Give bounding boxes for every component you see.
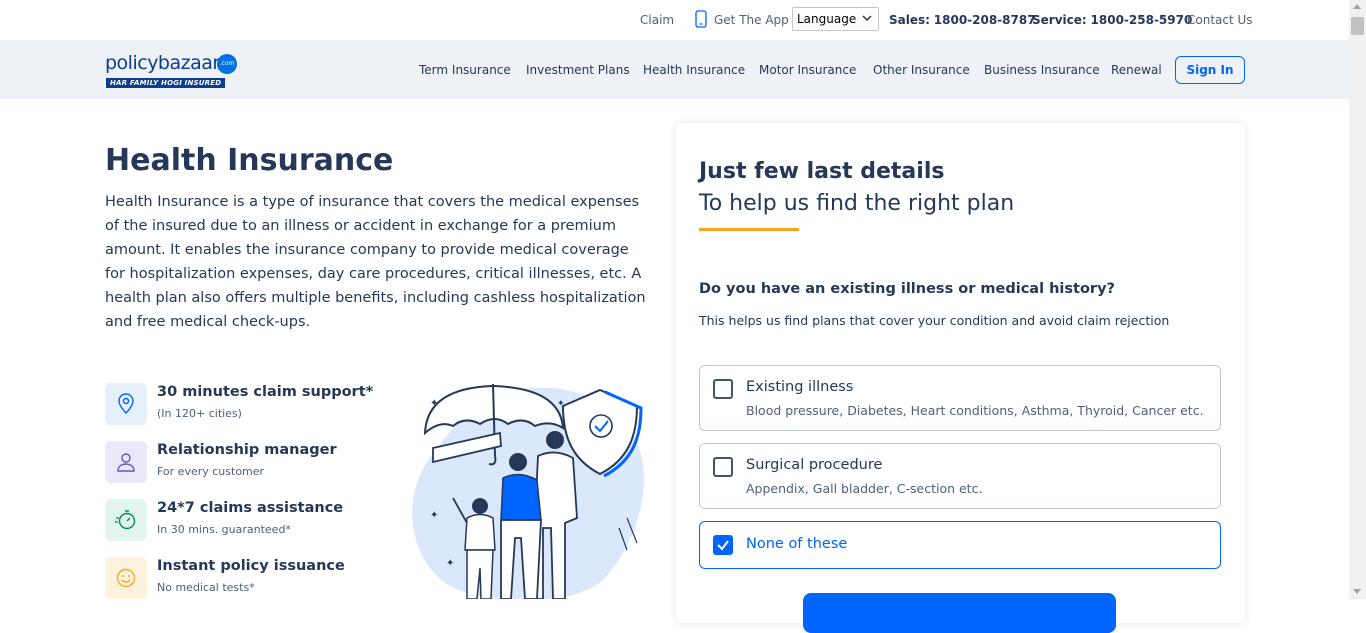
nav-term-insurance[interactable]: Term Insurance — [419, 63, 511, 77]
option-label: Existing illness — [746, 379, 854, 395]
top-utility-bar: Claim Get The App Language Sales: 1800-2… — [0, 0, 1349, 40]
intro-paragraph: Health Insurance is a type of insurance … — [105, 194, 646, 330]
feature-subtitle: For every customer — [157, 465, 265, 478]
option-description: Appendix, Gall bladder, C-section etc. — [746, 481, 983, 496]
language-select[interactable]: Language — [792, 7, 879, 31]
feature-subtitle: No medical tests* — [157, 581, 255, 594]
feature-icon-box — [105, 557, 147, 599]
sales-label: Sales: — [889, 13, 930, 27]
nav-business-insurance[interactable]: Business Insurance — [984, 63, 1100, 77]
mobile-phone-icon — [695, 10, 707, 28]
nav-investment-plans[interactable]: Investment Plans — [526, 63, 630, 77]
svg-text:✦: ✦ — [446, 558, 454, 569]
nav-motor-insurance[interactable]: Motor Insurance — [759, 63, 856, 77]
option-surgical-procedure[interactable]: Surgical procedure Appendix, Gall bladde… — [699, 443, 1221, 509]
feature-title: Relationship manager — [157, 442, 337, 458]
medical-history-question: Do you have an existing illness or medic… — [699, 281, 1115, 297]
details-form-card: Just few last details To help us find th… — [676, 123, 1245, 633]
language-select-value: Language — [797, 12, 857, 26]
page-title: Health Insurance — [105, 143, 394, 178]
scrollbar-thumb[interactable] — [1351, 17, 1364, 35]
main-navbar: policybazaar .com HAR FAMILY HOGI INSURE… — [0, 40, 1349, 99]
option-label: Surgical procedure — [746, 457, 883, 473]
question-help-text: This helps us find plans that cover your… — [699, 313, 1170, 328]
continue-button[interactable] — [803, 593, 1116, 633]
heading-underline — [699, 228, 799, 231]
nav-renewal[interactable]: Renewal — [1111, 63, 1162, 77]
feature-subtitle: In 30 mins. guaranteed* — [157, 523, 291, 536]
feature-subtitle: (In 120+ cities) — [157, 407, 242, 420]
family-umbrella-illustration: ✦ ✦ ✦ ✦ — [412, 383, 644, 599]
sales-number: 1800-208-8787 — [933, 13, 1036, 27]
claim-link[interactable]: Claim — [640, 13, 674, 27]
location-pin-icon — [118, 393, 134, 414]
feature-title: 30 minutes claim support* — [157, 384, 374, 400]
surgical-procedure-checkbox[interactable] — [713, 457, 733, 477]
scroll-up-arrow-icon[interactable] — [1353, 4, 1361, 9]
existing-illness-checkbox[interactable] — [713, 379, 733, 399]
svg-text:✦: ✦ — [557, 399, 565, 409]
policybazaar-logo[interactable]: policybazaar .com HAR FAMILY HOGI INSURE… — [105, 52, 240, 90]
stopwatch-icon — [115, 510, 136, 530]
nav-other-insurance[interactable]: Other Insurance — [873, 63, 970, 77]
logo-dotcom-badge: .com — [217, 54, 237, 74]
feature-title: Instant policy issuance — [157, 558, 345, 574]
person-icon — [117, 453, 135, 472]
feature-claim-support: 30 minutes claim support* (In 120+ citie… — [105, 383, 405, 427]
service-contact[interactable]: Service: 1800-258-5970 — [1032, 13, 1192, 27]
sales-contact[interactable]: Sales: 1800-208-8787 — [889, 13, 1036, 27]
nav-health-insurance[interactable]: Health Insurance — [643, 63, 745, 77]
chevron-down-icon — [862, 15, 872, 22]
smiley-icon — [116, 568, 136, 588]
service-number: 1800-258-5970 — [1090, 13, 1193, 27]
feature-icon-box — [105, 499, 147, 541]
logo-tagline: HAR FAMILY HOGI INSURED — [106, 78, 226, 88]
scroll-down-arrow-icon[interactable] — [1353, 589, 1361, 594]
logo-wordmark: policybazaar — [105, 52, 220, 74]
checkmark-icon — [717, 540, 729, 551]
feature-relationship-manager: Relationship manager For every customer — [105, 441, 405, 485]
feature-icon-box — [105, 383, 147, 425]
option-label: None of these — [746, 536, 848, 552]
sign-in-button[interactable]: Sign In — [1175, 56, 1245, 84]
option-description: Blood pressure, Diabetes, Heart conditio… — [746, 403, 1204, 418]
form-subheading: To help us find the right plan — [699, 191, 1015, 216]
form-heading: Just few last details — [699, 159, 945, 184]
page-scrollbar[interactable] — [1349, 0, 1366, 599]
contact-us-link[interactable]: Contact Us — [1187, 13, 1253, 27]
feature-claims-assistance: 24*7 claims assistance In 30 mins. guara… — [105, 499, 405, 543]
none-of-these-checkbox[interactable] — [713, 535, 733, 555]
svg-text:✦: ✦ — [430, 510, 438, 521]
service-label: Service: — [1032, 13, 1087, 27]
option-existing-illness[interactable]: Existing illness Blood pressure, Diabete… — [699, 365, 1221, 431]
option-none-of-these[interactable]: None of these — [699, 521, 1221, 569]
feature-instant-issuance: Instant policy issuance No medical tests… — [105, 557, 405, 601]
feature-icon-box — [105, 441, 147, 483]
feature-title: 24*7 claims assistance — [157, 500, 344, 516]
svg-text:✦: ✦ — [430, 398, 438, 409]
get-app-link[interactable]: Get The App — [714, 13, 789, 27]
